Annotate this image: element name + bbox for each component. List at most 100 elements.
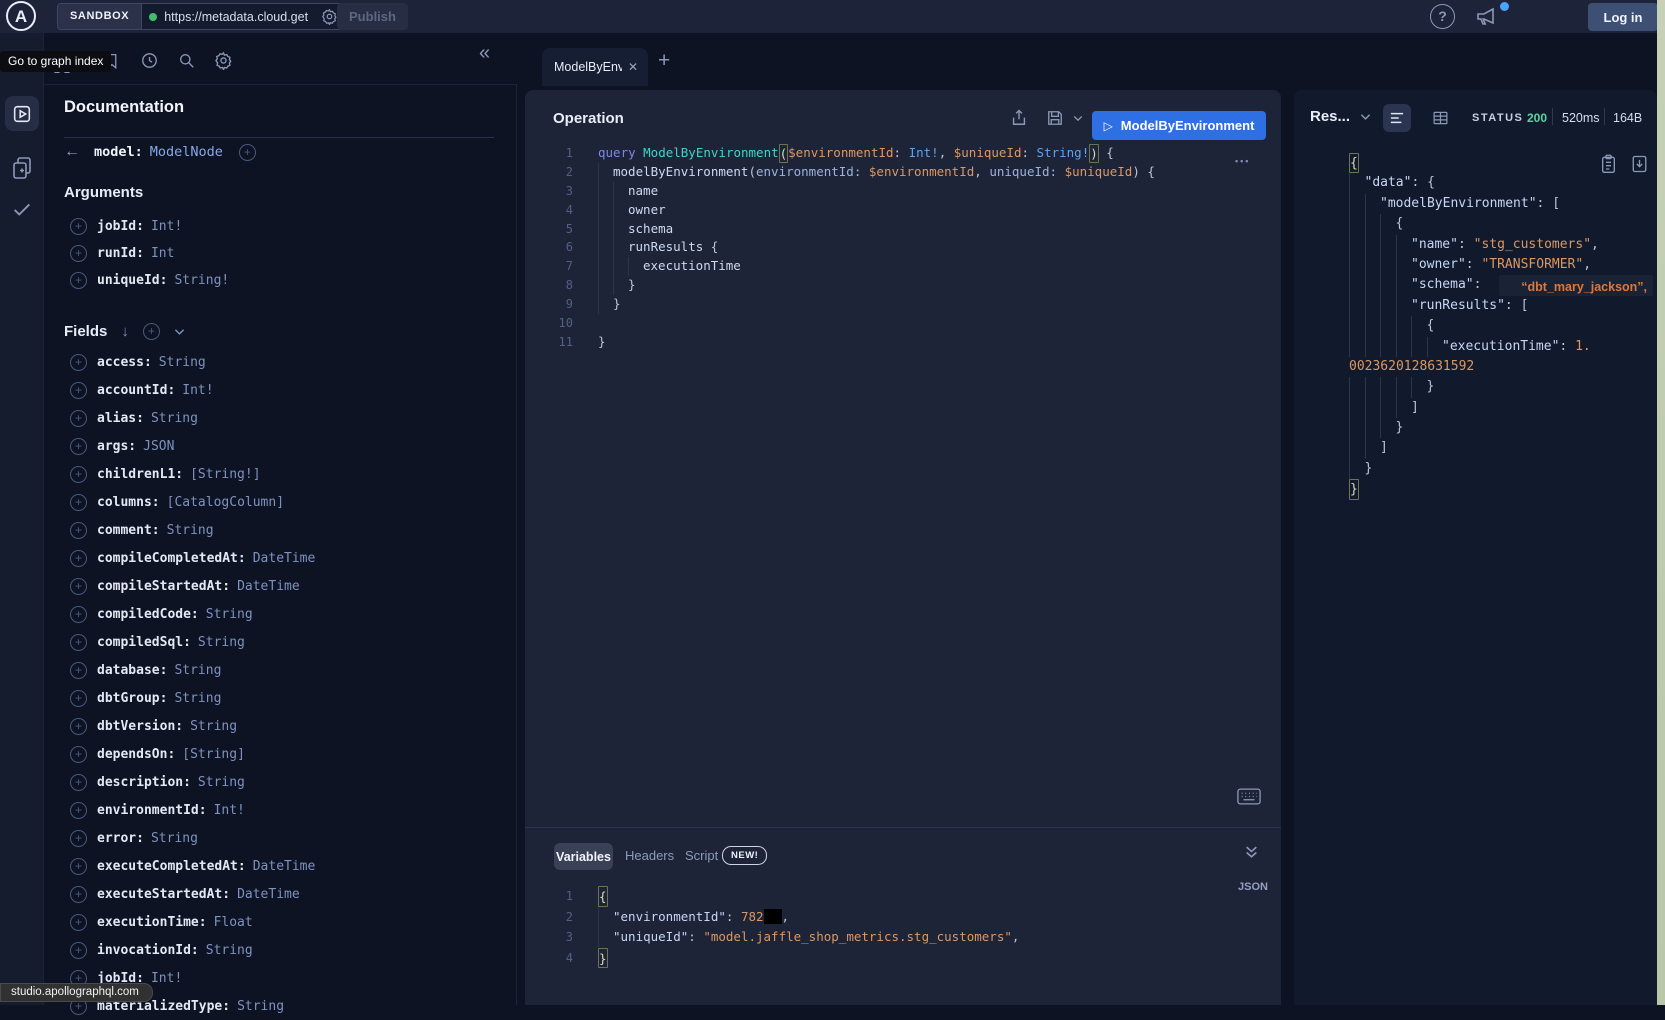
add-field-icon[interactable]: + bbox=[70, 494, 87, 511]
add-field-icon[interactable]: + bbox=[70, 746, 87, 763]
field-type: String bbox=[174, 691, 221, 706]
arguments-list: +jobId:Int!+runId:Int+uniqueId:String! bbox=[44, 213, 517, 294]
add-all-fields-icon[interactable]: + bbox=[143, 323, 160, 340]
endpoint-settings-gear-icon[interactable] bbox=[321, 8, 338, 25]
response-view-json-icon[interactable] bbox=[1383, 104, 1411, 132]
publish-button[interactable]: Publish bbox=[337, 3, 408, 30]
doc-field-row[interactable]: +error:String bbox=[44, 824, 517, 852]
apollo-logo-icon[interactable]: A bbox=[6, 1, 36, 31]
doc-field-row[interactable]: +dbtGroup:String bbox=[44, 684, 517, 712]
add-field-icon[interactable]: + bbox=[70, 858, 87, 875]
add-field-icon[interactable]: + bbox=[70, 410, 87, 427]
tab-script[interactable]: Script bbox=[685, 848, 718, 863]
operation-code-editor[interactable]: 1query ModelByEnvironment($environmentId… bbox=[525, 136, 1281, 352]
collapse-variables-icon[interactable] bbox=[1244, 845, 1259, 860]
response-view-table-icon[interactable] bbox=[1431, 109, 1450, 127]
doc-field-row[interactable]: +alias:String bbox=[44, 404, 517, 432]
add-field-icon[interactable]: + bbox=[70, 218, 87, 235]
close-tab-icon[interactable]: ✕ bbox=[628, 60, 638, 74]
add-field-icon[interactable]: + bbox=[70, 578, 87, 595]
indent-guide bbox=[598, 201, 613, 220]
endpoint-url-text[interactable]: https://metadata.cloud.get bbox=[164, 10, 314, 24]
chevron-down-icon[interactable] bbox=[174, 328, 185, 336]
login-button[interactable]: Log in bbox=[1588, 3, 1658, 31]
code-token: { bbox=[1396, 214, 1404, 234]
tab-modelbyenvironment[interactable]: ModelByEnvi... ✕ bbox=[542, 48, 648, 86]
tab-headers[interactable]: Headers bbox=[625, 848, 674, 863]
explorer-nav-icon[interactable] bbox=[5, 96, 39, 131]
doc-field-row[interactable]: +compileStartedAt:DateTime bbox=[44, 572, 517, 600]
field-type: String bbox=[190, 719, 237, 734]
help-icon[interactable]: ? bbox=[1430, 4, 1455, 29]
doc-field-row[interactable]: +executionTime:Float bbox=[44, 908, 517, 936]
add-field-icon[interactable]: + bbox=[70, 914, 87, 931]
save-operation-icon[interactable] bbox=[1045, 108, 1065, 128]
add-field-icon[interactable]: + bbox=[70, 354, 87, 371]
add-field-icon[interactable]: + bbox=[70, 662, 87, 679]
doc-field-row[interactable]: +runId:Int bbox=[44, 240, 517, 267]
doc-field-row[interactable]: +uniqueId:String! bbox=[44, 267, 517, 294]
add-field-icon[interactable]: + bbox=[70, 802, 87, 819]
add-field-icon[interactable]: + bbox=[70, 606, 87, 623]
announcements-megaphone-icon[interactable] bbox=[1474, 4, 1498, 28]
field-name: args: bbox=[97, 439, 136, 454]
add-field-icon[interactable]: + bbox=[70, 245, 87, 262]
doc-field-row[interactable]: +executeCompletedAt:DateTime bbox=[44, 852, 517, 880]
add-field-icon[interactable]: + bbox=[70, 942, 87, 959]
add-field-icon[interactable]: + bbox=[239, 144, 256, 161]
share-operation-icon[interactable] bbox=[1009, 108, 1029, 128]
tab-variables[interactable]: Variables bbox=[554, 843, 613, 870]
code-token: } bbox=[1427, 377, 1435, 397]
indent-guide bbox=[1349, 235, 1365, 255]
endpoint-url-input[interactable]: https://metadata.cloud.get bbox=[142, 4, 347, 29]
doc-field-row[interactable]: +args:JSON bbox=[44, 432, 517, 460]
doc-field-row[interactable]: +invocationId:String bbox=[44, 936, 517, 964]
code-token: ) { bbox=[1132, 163, 1155, 182]
add-field-icon[interactable]: + bbox=[70, 886, 87, 903]
schema-docs-nav-icon[interactable] bbox=[10, 155, 34, 181]
doc-field-row[interactable]: +compiledSql:String bbox=[44, 628, 517, 656]
doc-field-row[interactable]: +database:String bbox=[44, 656, 517, 684]
add-field-icon[interactable]: + bbox=[70, 438, 87, 455]
doc-field-row[interactable]: +executeStartedAt:DateTime bbox=[44, 880, 517, 908]
sort-fields-icon[interactable]: ↓ bbox=[121, 323, 129, 340]
keyboard-shortcuts-icon[interactable] bbox=[1237, 788, 1261, 805]
variables-editor[interactable]: 1{2"environmentId": 782,3"uniqueId": "mo… bbox=[525, 880, 1281, 968]
add-field-icon[interactable]: + bbox=[70, 522, 87, 539]
checks-nav-icon[interactable] bbox=[10, 198, 34, 220]
doc-field-row[interactable]: +accountId:Int! bbox=[44, 376, 517, 404]
add-field-icon[interactable]: + bbox=[70, 466, 87, 483]
breadcrumb-type-link[interactable]: ModelNode bbox=[150, 144, 223, 160]
add-field-icon[interactable]: + bbox=[70, 774, 87, 791]
doc-field-row[interactable]: +dbtVersion:String bbox=[44, 712, 517, 740]
add-tab-icon[interactable]: + bbox=[658, 51, 670, 71]
add-field-icon[interactable]: + bbox=[70, 830, 87, 847]
indent-guide bbox=[1349, 316, 1365, 336]
add-field-icon[interactable]: + bbox=[70, 382, 87, 399]
history-icon[interactable] bbox=[140, 51, 159, 70]
field-type: String bbox=[151, 831, 198, 846]
add-field-icon[interactable]: + bbox=[70, 690, 87, 707]
doc-field-row[interactable]: +comment:String bbox=[44, 516, 517, 544]
doc-field-row[interactable]: +compileCompletedAt:DateTime bbox=[44, 544, 517, 572]
doc-field-row[interactable]: +compiledCode:String bbox=[44, 600, 517, 628]
add-field-icon[interactable]: + bbox=[70, 634, 87, 651]
doc-field-row[interactable]: +dependsOn:[String] bbox=[44, 740, 517, 768]
add-field-icon[interactable]: + bbox=[70, 718, 87, 735]
response-size: 164B bbox=[1613, 111, 1642, 125]
save-options-chevron-icon[interactable] bbox=[1073, 115, 1083, 122]
doc-field-row[interactable]: +jobId:Int! bbox=[44, 213, 517, 240]
add-field-icon[interactable]: + bbox=[70, 272, 87, 289]
doc-field-row[interactable]: +environmentId:Int! bbox=[44, 796, 517, 824]
documentation-panel: Documentation ← model: ModelNode + Argum… bbox=[44, 85, 517, 1005]
doc-field-row[interactable]: +columns:[CatalogColumn] bbox=[44, 488, 517, 516]
add-field-icon[interactable]: + bbox=[70, 550, 87, 567]
search-icon[interactable] bbox=[177, 51, 196, 70]
doc-field-row[interactable]: +access:String bbox=[44, 348, 517, 376]
doc-field-row[interactable]: +childrenL1:[String!] bbox=[44, 460, 517, 488]
collapse-panel-icon[interactable]: « bbox=[479, 42, 490, 65]
settings-gear-icon[interactable] bbox=[214, 51, 233, 70]
doc-field-row[interactable]: +description:String bbox=[44, 768, 517, 796]
response-title-dropdown[interactable]: Res... bbox=[1310, 108, 1371, 125]
back-arrow-icon[interactable]: ← bbox=[64, 143, 94, 161]
